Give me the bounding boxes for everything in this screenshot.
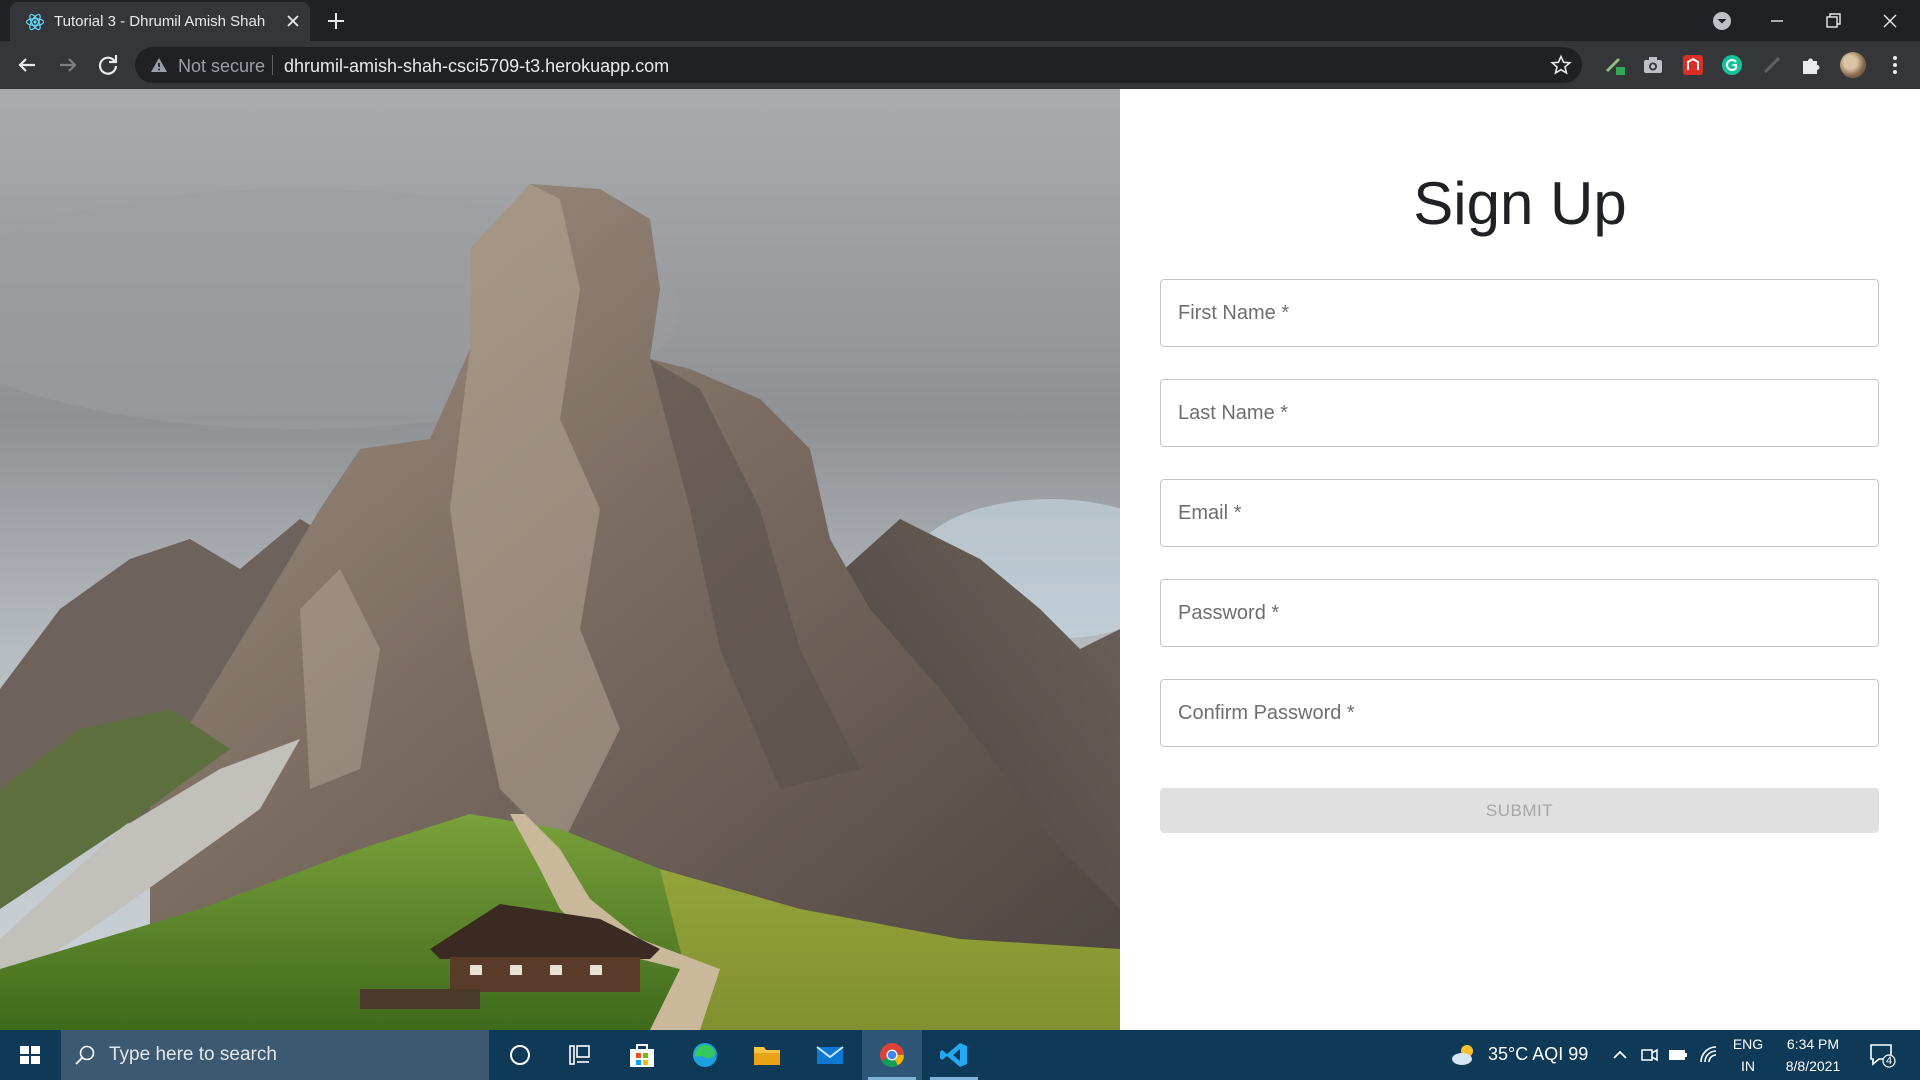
meet-now-icon[interactable]	[1638, 1044, 1660, 1066]
file-explorer-button[interactable]	[737, 1030, 797, 1080]
clock-time: 6:34 PM	[1786, 1036, 1840, 1052]
search-placeholder: Type here to search	[109, 1044, 277, 1065]
last-name-field[interactable]	[1160, 379, 1879, 447]
page-title: Sign Up	[1413, 170, 1627, 237]
forward-icon[interactable]	[54, 51, 82, 79]
minimize-icon[interactable]	[1762, 6, 1792, 36]
extensions-puzzle-icon[interactable]	[1799, 53, 1823, 77]
react-favicon-icon	[25, 13, 45, 31]
window-close-icon[interactable]	[1875, 6, 1905, 36]
confirm-password-field[interactable]	[1160, 679, 1879, 747]
browser-tab-active[interactable]: Tutorial 3 - Dhrumil Amish Shah	[10, 2, 310, 41]
taskbar-search-box[interactable]: Type here to search	[61, 1030, 489, 1080]
email-field[interactable]	[1160, 479, 1879, 547]
region-code: IN	[1741, 1058, 1755, 1074]
address-bar[interactable]: Not secure dhrumil-amish-shah-csci5709-t…	[135, 47, 1582, 83]
windows-taskbar: Type here to search 35°C AQI 99 ENG IN 6…	[0, 1030, 1920, 1080]
back-icon[interactable]	[13, 51, 41, 79]
notification-count-badge: 4	[1885, 1055, 1893, 1067]
browser-menu-icon[interactable]	[1883, 53, 1907, 77]
password-field[interactable]	[1160, 579, 1879, 647]
password-input[interactable]	[1161, 580, 1878, 646]
windows-logo-icon	[20, 1046, 40, 1064]
chrome-button[interactable]	[862, 1030, 922, 1080]
task-view-button[interactable]	[550, 1030, 610, 1080]
file-explorer-icon	[754, 1047, 780, 1065]
edge-button[interactable]	[675, 1030, 735, 1080]
language-code: ENG	[1732, 1036, 1764, 1052]
clock[interactable]: 6:34 PM 8/8/2021	[1774, 1036, 1852, 1074]
grammarly-icon[interactable]	[1720, 53, 1744, 77]
browser-tab-strip: Tutorial 3 - Dhrumil Amish Shah	[0, 0, 1920, 41]
disabled-extension-icon[interactable]	[1760, 53, 1784, 77]
vscode-button[interactable]	[924, 1030, 984, 1080]
show-hidden-icons-chevron-icon[interactable]	[1609, 1044, 1631, 1066]
not-secure-warning-icon[interactable]	[150, 56, 168, 74]
tab-title: Tutorial 3 - Dhrumil Amish Shah	[54, 13, 266, 30]
screenshot-extension-icon[interactable]	[1641, 53, 1665, 77]
edge-icon	[693, 1043, 717, 1067]
weather-cloud-sun-icon[interactable]	[1450, 1042, 1478, 1068]
battery-icon[interactable]	[1667, 1044, 1689, 1066]
vscode-icon	[940, 1043, 967, 1067]
store-button[interactable]	[612, 1030, 672, 1080]
submit-button[interactable]: SUBMIT	[1160, 788, 1879, 833]
security-label[interactable]: Not secure	[178, 56, 265, 77]
search-icon	[75, 1045, 95, 1065]
last-name-input[interactable]	[1161, 380, 1878, 446]
tab-search-icon[interactable]	[1707, 6, 1737, 36]
new-tab-icon[interactable]	[324, 9, 348, 33]
mail-icon	[816, 1046, 844, 1064]
start-button[interactable]	[0, 1030, 60, 1080]
page-content: Sign Up SUBMIT	[0, 89, 1920, 1030]
confirm-password-input[interactable]	[1161, 680, 1878, 746]
tab-close-icon[interactable]	[282, 10, 304, 32]
weather-readout[interactable]: 35°C AQI 99	[1488, 1044, 1588, 1065]
browser-toolbar: Not secure dhrumil-amish-shah-csci5709-t…	[0, 41, 1920, 89]
bookmark-star-icon[interactable]	[1550, 54, 1572, 76]
address-separator	[272, 55, 273, 75]
first-name-field[interactable]	[1160, 279, 1879, 347]
red-extension-icon[interactable]	[1681, 53, 1705, 77]
cortana-icon	[510, 1045, 530, 1065]
input-language[interactable]: ENG IN	[1728, 1036, 1768, 1074]
task-view-icon	[569, 1045, 590, 1065]
cortana-button[interactable]	[490, 1030, 550, 1080]
email-input[interactable]	[1161, 480, 1878, 546]
pen-extension-icon[interactable]	[1603, 53, 1627, 77]
mail-button[interactable]	[800, 1030, 860, 1080]
store-icon	[630, 1044, 654, 1067]
mountain-hero-image	[0, 89, 1120, 1030]
wifi-icon[interactable]	[1698, 1044, 1720, 1066]
clock-date: 8/8/2021	[1785, 1058, 1841, 1074]
first-name-input[interactable]	[1161, 280, 1878, 346]
restore-icon[interactable]	[1818, 6, 1848, 36]
reload-icon[interactable]	[94, 51, 122, 79]
url-text[interactable]: dhrumil-amish-shah-csci5709-t3.herokuapp…	[284, 56, 669, 77]
signup-form-panel: Sign Up SUBMIT	[1120, 89, 1920, 1030]
profile-avatar[interactable]	[1840, 52, 1866, 78]
chrome-icon	[880, 1043, 904, 1068]
